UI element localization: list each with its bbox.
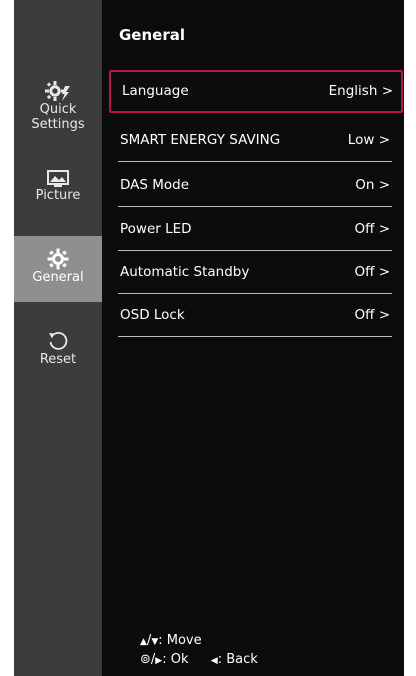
- sidebar: Quick Settings Picture General Reset: [14, 0, 102, 676]
- menu-item-value: English >: [328, 83, 393, 99]
- sidebar-item-label: Reset: [39, 352, 77, 367]
- menu-item-value: Off >: [354, 221, 390, 237]
- left-arrow-icon: ◀: [210, 656, 218, 666]
- joystick-press-icon: ⊚: [140, 652, 151, 667]
- menu-item-value: Off >: [354, 307, 390, 323]
- sidebar-item-label: Quick: [39, 102, 77, 117]
- key-guide: ▲/▼: Move ⊚/▶: Ok ◀: Back: [140, 632, 258, 670]
- menu-item-language[interactable]: Language English >: [109, 70, 403, 113]
- menu-item-osd-lock[interactable]: OSD Lock Off >: [118, 294, 392, 337]
- menu-item-label: DAS Mode: [120, 177, 190, 193]
- chevron-right-icon: >: [378, 177, 390, 193]
- chevron-right-icon: >: [378, 132, 390, 148]
- ok-label: : Ok: [162, 652, 189, 667]
- chevron-right-icon: >: [378, 307, 390, 323]
- gear-icon: [47, 248, 69, 270]
- chevron-right-icon: >: [381, 83, 393, 99]
- menu-item-label: OSD Lock: [120, 307, 185, 323]
- menu-item-smart-energy-saving[interactable]: SMART ENERGY SAVING Low >: [118, 119, 392, 162]
- menu-item-value: Low >: [347, 132, 390, 148]
- up-arrow-icon: ▲: [140, 637, 147, 647]
- move-label: : Move: [158, 633, 202, 648]
- sidebar-item-general[interactable]: General: [14, 236, 102, 302]
- sidebar-item-label: Picture: [35, 188, 81, 203]
- sidebar-item-label-2: Settings: [31, 117, 85, 132]
- menu-item-value: On >: [355, 177, 390, 193]
- menu-item-label: Automatic Standby: [120, 264, 250, 280]
- menu-item-power-led[interactable]: Power LED Off >: [118, 208, 392, 251]
- sidebar-item-label: General: [32, 270, 84, 285]
- key-guide-move: ▲/▼: Move: [140, 633, 202, 648]
- menu-item-value: Off >: [354, 264, 390, 280]
- main-panel: General Language English > SMART ENERGY …: [102, 0, 404, 676]
- chevron-right-icon: >: [378, 221, 390, 237]
- sidebar-item-reset[interactable]: Reset: [14, 330, 102, 380]
- menu-item-das-mode[interactable]: DAS Mode On >: [118, 164, 392, 207]
- chevron-right-icon: >: [378, 264, 390, 280]
- menu-item-label: Power LED: [120, 221, 192, 237]
- menu-item-automatic-standby[interactable]: Automatic Standby Off >: [118, 251, 392, 294]
- picture-icon: [47, 170, 69, 187]
- key-guide-ok-back: ⊚/▶: Ok ◀: Back: [140, 652, 258, 667]
- page-title: General: [119, 26, 185, 44]
- sidebar-item-picture[interactable]: Picture: [14, 170, 102, 220]
- menu-item-label: Language: [122, 83, 189, 99]
- quick-settings-icon: [45, 81, 70, 101]
- menu-item-label: SMART ENERGY SAVING: [120, 132, 281, 148]
- reset-icon: [49, 332, 68, 350]
- sidebar-item-quick-settings[interactable]: Quick Settings: [14, 80, 102, 140]
- osd-menu: Quick Settings Picture General Reset Gen…: [14, 0, 404, 676]
- back-label: : Back: [217, 652, 258, 667]
